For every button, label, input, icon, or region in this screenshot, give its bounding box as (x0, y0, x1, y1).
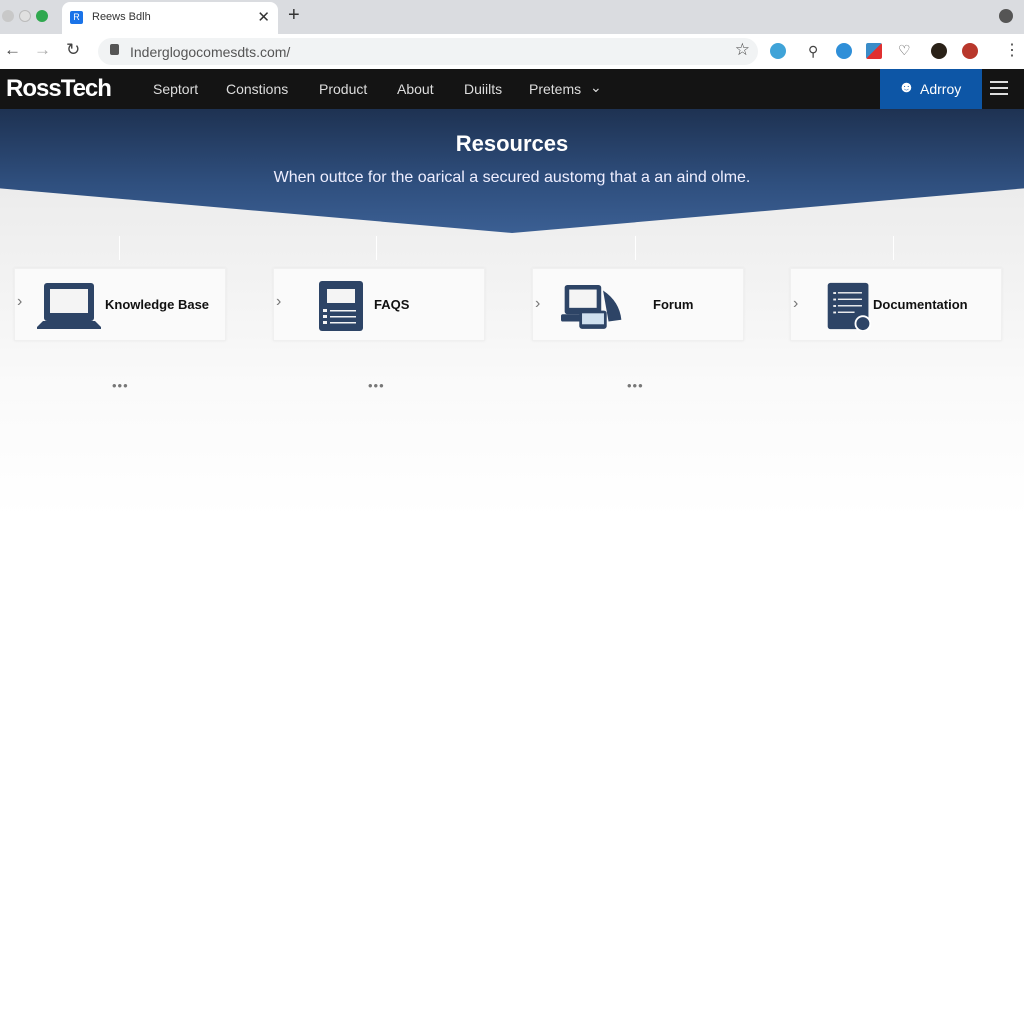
user-icon: ☻ (898, 79, 915, 96)
nav-item[interactable]: Product (319, 81, 367, 97)
chevron-right-icon: › (276, 293, 282, 310)
page-title: Resources (455, 131, 569, 156)
chevron-down-icon[interactable]: ⌄ (590, 79, 602, 96)
extension-icon[interactable] (866, 43, 882, 59)
extension-icon[interactable] (770, 43, 786, 59)
forward-icon[interactable]: → (34, 40, 51, 60)
lock-icon (110, 44, 119, 55)
new-tab-button[interactable]: + (288, 4, 300, 27)
window-minimize-button[interactable] (19, 10, 31, 22)
url-field[interactable]: Inderglogocomesdts.com/ ☆ (98, 38, 758, 65)
url-text: Inderglogocomesdts.com/ (130, 44, 291, 60)
more-dots-icon[interactable]: ••• (627, 378, 644, 393)
page-subtitle: When outtce for the oarical a secured au… (273, 169, 751, 186)
browser-tab-bar: R Reews Bdlh ✕ + (0, 0, 1024, 34)
chevron-right-icon: › (793, 295, 799, 312)
account-search-icon[interactable]: ⚲ (808, 43, 818, 60)
window-maximize-button[interactable] (36, 10, 48, 22)
content-background (0, 188, 1024, 518)
extension-icon[interactable] (931, 43, 947, 59)
laptop-icon (37, 283, 101, 329)
admin-label: Adrroy (920, 81, 962, 97)
resource-card-knowledge-base[interactable]: › Knowledge Base (14, 268, 226, 341)
resource-card-documentation[interactable]: › Documentation (790, 268, 1002, 341)
site-navbar: RossTech Septort Constions Product About… (0, 69, 1024, 109)
site-logo[interactable]: RossTech (6, 75, 112, 103)
resource-card-forum[interactable]: › Forum (532, 268, 744, 341)
chevron-right-icon: › (535, 295, 541, 312)
faq-document-icon (319, 281, 363, 331)
nav-item[interactable]: Septort (153, 81, 198, 97)
nav-item-dropdown[interactable]: Pretems (529, 81, 581, 97)
location-pin-icon[interactable]: ♡ (898, 42, 911, 59)
more-dots-icon[interactable]: ••• (112, 378, 129, 393)
tab-favicon-icon: R (70, 11, 83, 24)
reload-icon[interactable]: ↻ (66, 40, 80, 60)
nav-item[interactable]: Constions (226, 81, 288, 97)
admin-button[interactable]: ☻ Adrroy (880, 69, 982, 109)
resource-card-faqs[interactable]: › FAQS (273, 268, 485, 341)
nav-item[interactable]: Duiilts (464, 81, 502, 97)
card-label: Knowledge Base (105, 297, 210, 312)
documentation-icon (827, 282, 872, 331)
divider (635, 236, 636, 260)
window-close-button[interactable] (2, 10, 14, 22)
browser-tab[interactable]: R Reews Bdlh ✕ (62, 2, 278, 34)
tab-title: Reews Bdlh (92, 11, 151, 23)
divider (893, 236, 894, 260)
browser-menu-icon[interactable]: ⋮ (1004, 40, 1020, 60)
address-bar-row: ← → ↻ Inderglogocomesdts.com/ ☆ ⚲ ♡ ⋮ (0, 34, 1024, 69)
card-label: Forum (653, 297, 694, 312)
bookmark-star-icon[interactable]: ☆ (735, 40, 750, 60)
more-dots-icon[interactable]: ••• (368, 378, 385, 393)
extension-icon[interactable] (962, 43, 978, 59)
divider (119, 236, 120, 260)
card-label: Documentation (873, 297, 968, 312)
chevron-right-icon: › (17, 293, 23, 310)
devices-icon (561, 284, 622, 329)
hamburger-menu-icon[interactable] (990, 81, 1008, 95)
tab-close-icon[interactable]: ✕ (257, 8, 270, 26)
back-icon[interactable]: ← (4, 40, 21, 60)
card-label: FAQS (374, 297, 410, 312)
profile-icon[interactable] (999, 9, 1013, 23)
nav-item[interactable]: About (397, 81, 434, 97)
divider (376, 236, 377, 260)
extension-icon[interactable] (836, 43, 852, 59)
